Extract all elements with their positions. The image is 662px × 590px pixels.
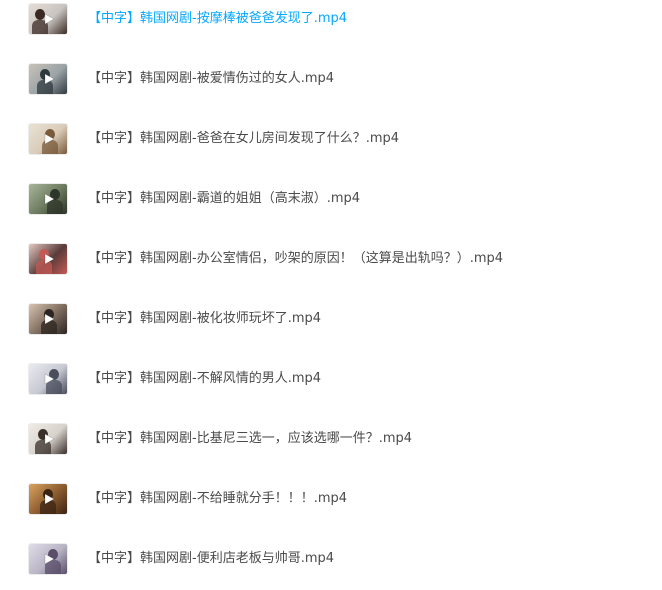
file-row[interactable]: 【中字】韩国网剧-不给睡就分手！！！.mp4 (0, 480, 662, 520)
file-row[interactable]: 【中字】韩国网剧-不解风情的男人.mp4 (0, 360, 662, 400)
play-icon (44, 313, 55, 325)
play-icon (44, 253, 55, 265)
file-name[interactable]: 【中字】韩国网剧-霸道的姐姐（高末淑）.mp4 (88, 190, 360, 208)
file-row[interactable]: 【中字】韩国网剧-霸道的姐姐（高末淑）.mp4 (0, 180, 662, 220)
video-thumbnail-icon[interactable] (29, 544, 67, 574)
video-thumbnail-icon[interactable] (29, 304, 67, 334)
play-icon (44, 73, 55, 85)
file-row[interactable]: 【中字】韩国网剧-比基尼三选一，应该选哪一件？.mp4 (0, 420, 662, 460)
video-thumbnail-icon[interactable] (29, 424, 67, 454)
file-list: 【中字】韩国网剧-按摩棒被爸爸发现了.mp4 【中字】韩国网剧-被爱情伤过的女人… (0, 0, 662, 590)
video-thumbnail-icon[interactable] (29, 364, 67, 394)
video-thumbnail-icon[interactable] (29, 184, 67, 214)
file-name[interactable]: 【中字】韩国网剧-被化妆师玩坏了.mp4 (88, 310, 321, 328)
video-thumbnail-icon[interactable] (29, 484, 67, 514)
video-thumbnail-icon[interactable] (29, 64, 67, 94)
video-thumbnail-icon[interactable] (29, 124, 67, 154)
file-row[interactable]: 【中字】韩国网剧-按摩棒被爸爸发现了.mp4 (0, 0, 662, 40)
file-row[interactable]: 【中字】韩国网剧-被爱情伤过的女人.mp4 (0, 60, 662, 100)
file-name[interactable]: 【中字】韩国网剧-比基尼三选一，应该选哪一件？.mp4 (88, 430, 412, 448)
play-icon (44, 553, 55, 565)
play-icon (44, 133, 55, 145)
file-name[interactable]: 【中字】韩国网剧-爸爸在女儿房间发现了什么？.mp4 (88, 130, 399, 148)
file-name[interactable]: 【中字】韩国网剧-办公室情侣，吵架的原因！（这算是出轨吗？）.mp4 (88, 250, 503, 268)
video-thumbnail-icon[interactable] (29, 4, 67, 34)
play-icon (44, 433, 55, 445)
file-row[interactable]: 【中字】韩国网剧-便利店老板与帅哥.mp4 (0, 540, 662, 580)
play-icon (44, 493, 55, 505)
file-name[interactable]: 【中字】韩国网剧-按摩棒被爸爸发现了.mp4 (88, 10, 347, 28)
file-name[interactable]: 【中字】韩国网剧-被爱情伤过的女人.mp4 (88, 70, 334, 88)
video-thumbnail-icon[interactable] (29, 244, 67, 274)
file-row[interactable]: 【中字】韩国网剧-爸爸在女儿房间发现了什么？.mp4 (0, 120, 662, 160)
file-row[interactable]: 【中字】韩国网剧-被化妆师玩坏了.mp4 (0, 300, 662, 340)
play-icon (44, 13, 55, 25)
play-icon (44, 193, 55, 205)
file-name[interactable]: 【中字】韩国网剧-不给睡就分手！！！.mp4 (88, 490, 347, 508)
file-row[interactable]: 【中字】韩国网剧-办公室情侣，吵架的原因！（这算是出轨吗？）.mp4 (0, 240, 662, 280)
file-name[interactable]: 【中字】韩国网剧-不解风情的男人.mp4 (88, 370, 321, 388)
file-name[interactable]: 【中字】韩国网剧-便利店老板与帅哥.mp4 (88, 550, 334, 568)
play-icon (44, 373, 55, 385)
